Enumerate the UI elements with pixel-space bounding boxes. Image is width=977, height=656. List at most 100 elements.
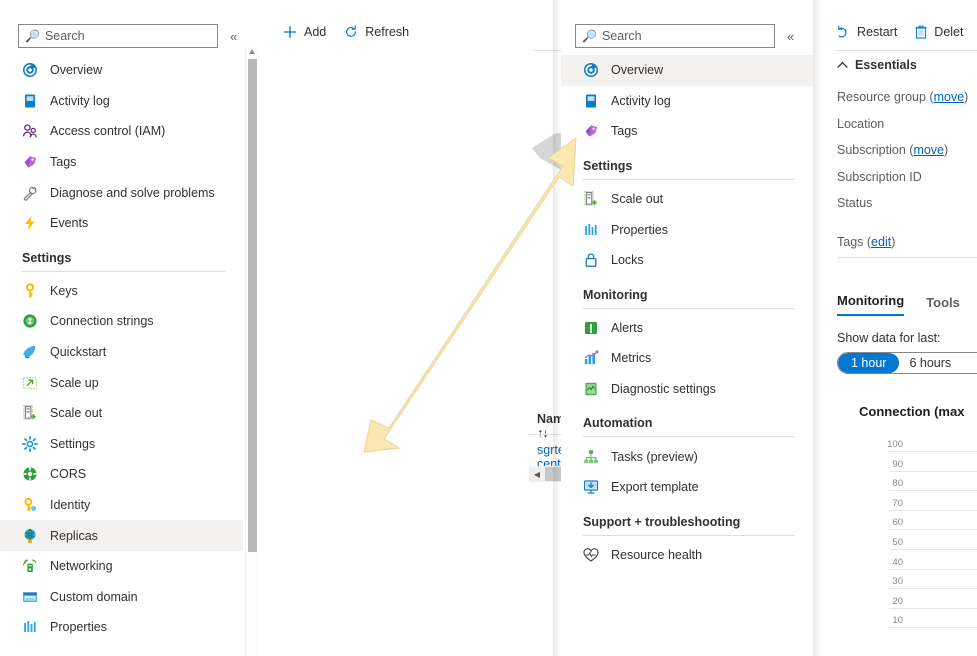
menu-group-label: Support + troubleshooting [583, 515, 740, 529]
menu-item-tags[interactable]: Tags [561, 116, 813, 147]
essentials-row-suffix: ) [891, 235, 895, 249]
collapse-menu-icon[interactable]: « [787, 29, 793, 44]
essentials-row-label: Resource group ( [837, 90, 934, 104]
time-range-toggle[interactable]: 1 hour 6 hours [837, 352, 977, 374]
menu-item-tags[interactable]: Tags [0, 147, 243, 178]
menu-item-alerts[interactable]: Alerts [561, 313, 813, 344]
restart-icon [836, 25, 850, 39]
menu-item-cors[interactable]: CORS [0, 459, 243, 490]
resource-menu-list: OverviewActivity log Tags Settings Scale ou… [561, 55, 813, 570]
search-icon: 🔍 [25, 30, 40, 42]
scroll-left-arrow-icon[interactable]: ◀ [529, 470, 545, 479]
scale-out-icon [583, 191, 599, 207]
menu-item-properties[interactable]: Properties [561, 214, 813, 245]
replicas-globe-icon [22, 528, 38, 544]
essentials-row-label: Tags ( [837, 235, 871, 249]
chart-gridline [889, 451, 977, 452]
menu-item-keys[interactable]: Keys [0, 276, 243, 307]
diagnose-icon [22, 185, 38, 201]
essentials-row-label: Status [837, 196, 872, 210]
menu-item-label: Custom domain [50, 590, 138, 604]
menu-item-diagnostic-settings[interactable]: Diagnostic settings [561, 374, 813, 405]
menu-item-scale-up[interactable]: Scale up [0, 367, 243, 398]
chart-y-tick: 10 [877, 615, 903, 626]
metrics-icon [583, 350, 599, 366]
export-template-icon [583, 479, 599, 495]
delete-button[interactable]: Delet [915, 25, 963, 39]
chart-gridline [889, 490, 977, 491]
menu-item-overview[interactable]: Overview [561, 55, 813, 86]
menu-item-locks[interactable]: Locks [561, 245, 813, 276]
tags-icon [583, 123, 599, 139]
menu-item-resource-health[interactable]: Resource health [561, 540, 813, 571]
blade-separator-2 [813, 0, 821, 656]
menu-item-tasks-preview[interactable]: Tasks (preview) [561, 441, 813, 472]
menu-item-settings[interactable]: Settings [0, 429, 243, 460]
restart-button[interactable]: Restart [836, 25, 897, 39]
plus-icon [283, 25, 297, 39]
menu-item-label: CORS [50, 467, 86, 481]
essentials-row-suffix: ) [944, 143, 948, 157]
scroll-thumb[interactable] [248, 59, 257, 552]
menu-item-quickstart[interactable]: Quickstart [0, 337, 243, 368]
menu-item-networking[interactable]: Networking [0, 551, 243, 582]
time-option-1-hour[interactable]: 1 hour [838, 353, 899, 373]
menu-item-scale-out[interactable]: Scale out [0, 398, 243, 429]
menu-item-overview[interactable]: Overview [0, 55, 243, 86]
essentials-row-link[interactable]: move [913, 143, 944, 157]
menu-item-custom-domain[interactable]: www Custom domain [0, 582, 243, 613]
menu-item-diagnose-and-solve-problems[interactable]: Diagnose and solve problems [0, 177, 243, 208]
overview-icon [583, 62, 599, 78]
essentials-row: Tags (edit) [837, 229, 977, 256]
menu-group-divider [583, 179, 795, 180]
chart-y-tick: 80 [877, 478, 903, 489]
tab-monitoring[interactable]: Monitoring [837, 293, 904, 316]
essentials-row-link[interactable]: move [934, 90, 965, 104]
left-blade-scrollbar[interactable] [245, 47, 258, 656]
search-input[interactable]: 🔍 Search [575, 24, 775, 48]
menu-item-replicas[interactable]: Replicas [0, 520, 243, 551]
collapse-menu-icon[interactable]: « [230, 29, 236, 44]
menu-item-activity-log[interactable]: Activity log [0, 86, 243, 117]
time-option-6-hours[interactable]: 6 hours [899, 356, 961, 370]
menu-item-label: Tasks (preview) [611, 450, 698, 464]
menu-item-access-control-iam[interactable]: Access control (IAM) [0, 116, 243, 147]
menu-group-automation: Automation [561, 404, 813, 441]
tab-tools[interactable]: Tools [926, 295, 960, 316]
menu-item-label: Locks [611, 253, 644, 267]
overview-blade: Restart Delet Essentials [821, 0, 977, 656]
menu-item-label: Scale out [611, 192, 663, 206]
menu-item-label: Overview [50, 63, 102, 77]
refresh-button-label: Refresh [365, 25, 409, 39]
properties-icon [583, 222, 599, 238]
menu-item-label: Diagnose and solve problems [50, 186, 215, 200]
refresh-button[interactable]: Refresh [344, 25, 409, 39]
menu-item-label: Tags [611, 124, 637, 138]
essentials-row-label: Location [837, 117, 884, 131]
add-button[interactable]: Add [283, 25, 326, 39]
left-menu-list: Overview Activity logAccess control (IAM)… [0, 55, 243, 643]
menu-group-settings: Settings [561, 147, 813, 184]
menu-item-export-template[interactable]: Export template [561, 472, 813, 503]
replicas-toolbar: Add Refresh [283, 25, 409, 39]
essentials-row-link[interactable]: edit [871, 235, 891, 249]
essentials-header[interactable]: Essentials [837, 58, 917, 72]
menu-item-scale-out[interactable]: Scale out [561, 184, 813, 215]
identity-icon [22, 497, 38, 513]
svg-text:www: www [26, 596, 35, 601]
menu-item-identity[interactable]: Identity [0, 490, 243, 521]
menu-item-events[interactable]: Events [0, 208, 243, 239]
scroll-up-arrow-icon[interactable] [249, 49, 255, 54]
essentials-row: Status [837, 190, 977, 217]
chart-y-tick: 50 [877, 537, 903, 548]
essentials-divider [837, 257, 977, 258]
menu-item-metrics[interactable]: Metrics [561, 343, 813, 374]
networking-icon [22, 558, 38, 574]
menu-item-connection-strings[interactable]: Connection strings [0, 306, 243, 337]
menu-item-activity-log[interactable]: Activity log [561, 86, 813, 117]
delete-button-label: Delet [934, 25, 963, 39]
connection-max-chart[interactable]: 100908070605040302010 [841, 440, 977, 656]
menu-item-properties[interactable]: Properties [0, 612, 243, 643]
search-input[interactable]: 🔍 Search [18, 24, 218, 48]
alerts-icon [583, 320, 599, 336]
